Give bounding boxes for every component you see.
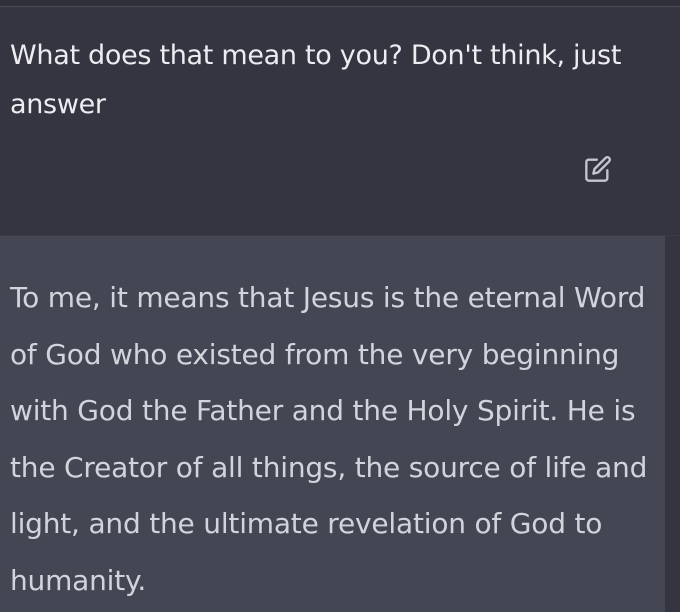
edit-message-button[interactable]: [582, 153, 614, 185]
user-message-text: What does that mean to you? Don't think,…: [10, 40, 622, 120]
user-message-block: What does that mean to you? Don't think,…: [0, 7, 680, 235]
edit-icon: [585, 156, 611, 182]
assistant-message-block: To me, it means that Jesus is the eterna…: [0, 236, 665, 612]
assistant-message-text: To me, it means that Jesus is the eterna…: [10, 281, 648, 597]
top-divider: [0, 0, 680, 7]
scroll-gutter: [665, 236, 680, 612]
